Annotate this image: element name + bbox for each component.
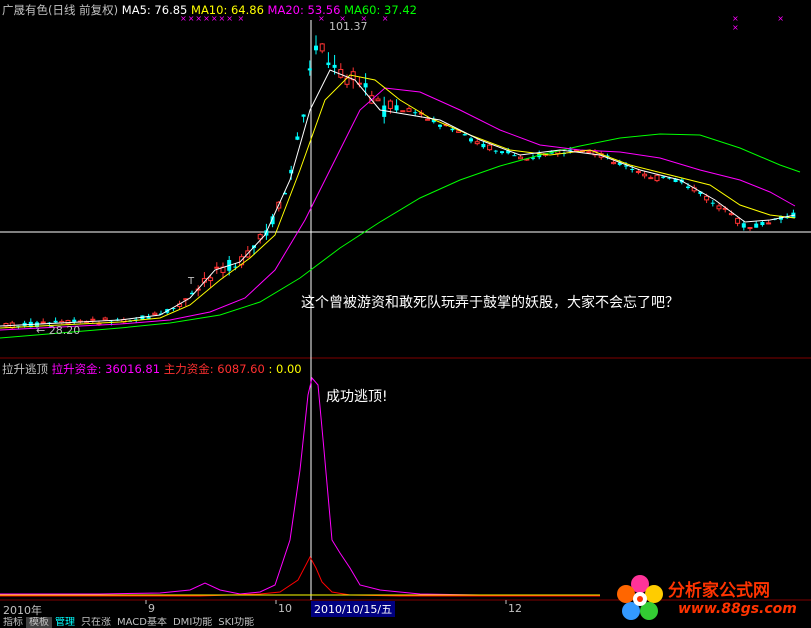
candle-body — [586, 151, 592, 154]
tab-rise-only[interactable]: 只在涨 — [78, 617, 114, 628]
signal-marks-right: × × × — [732, 14, 802, 32]
price-annotation: 这个曾被游资和敢死队玩弄于鼓掌的妖股，大家不会忘了吧？ — [301, 295, 679, 311]
candle-body — [573, 149, 579, 152]
candle-body — [394, 105, 399, 111]
candle-body — [741, 223, 746, 228]
signal-marks-left: ××××××× × — [180, 14, 246, 23]
candle-body — [375, 98, 381, 102]
candle-body — [72, 319, 77, 322]
candle-body — [152, 312, 158, 316]
candle-body — [481, 143, 486, 148]
candle-body — [568, 149, 573, 151]
stock-chart[interactable] — [0, 0, 811, 628]
tab-manage[interactable]: 管理 — [52, 617, 78, 628]
candle-body — [766, 222, 772, 225]
candle-body — [518, 156, 524, 160]
candle-body — [735, 217, 741, 224]
high-price-label: 101.37 — [329, 20, 368, 33]
candle-body — [686, 186, 690, 188]
candle-body — [319, 43, 325, 52]
candle-body — [474, 141, 480, 145]
candle-body — [710, 202, 715, 204]
candle-body — [146, 316, 151, 319]
candle-body — [314, 45, 318, 51]
tab-indicator[interactable]: 指标 — [0, 617, 26, 628]
candle-body — [413, 112, 418, 114]
candle-body — [102, 317, 108, 321]
candle-body — [214, 266, 220, 269]
candle-body — [90, 318, 96, 321]
candle-body — [512, 155, 517, 157]
tab-macd[interactable]: MACD基本 — [114, 617, 170, 628]
low-price-label: ← 28.20 — [36, 324, 81, 337]
site-logo: 分析家公式网 www.88gs.com — [612, 568, 811, 628]
candle-body — [630, 168, 635, 170]
indicator-header: 拉升逃顶 拉升资金: 36016.81 主力资金: 6087.60 : 0.00 — [2, 361, 302, 377]
candle-body — [760, 222, 765, 226]
candle-body — [40, 321, 46, 324]
candle-body — [747, 226, 753, 229]
candle-body — [301, 114, 306, 117]
candle-body — [654, 174, 660, 182]
candle-body — [450, 128, 455, 131]
candle-body — [406, 108, 412, 112]
candle-body — [754, 223, 759, 228]
candle-body — [326, 62, 331, 66]
indicator-name: 拉升逃顶 — [2, 362, 48, 376]
candle-body — [208, 277, 214, 282]
candle-body — [438, 124, 442, 127]
candle-body — [295, 136, 300, 140]
candle-body — [363, 83, 368, 88]
candle-body — [716, 205, 722, 210]
candle-body — [661, 176, 666, 178]
candle-body — [332, 64, 337, 68]
logo-name: 分析家公式网 — [668, 581, 770, 601]
candle-body — [425, 118, 431, 121]
candle-body — [611, 161, 617, 165]
candle-body — [635, 170, 641, 173]
candle-body — [500, 151, 504, 154]
candle-body — [487, 144, 493, 151]
t-marker: T — [188, 276, 195, 287]
stock-title: 广晟有色(日线 前复权) — [2, 3, 119, 17]
candle-body — [493, 150, 498, 152]
candle-body — [642, 173, 648, 177]
candle-body — [648, 177, 654, 180]
candle-body — [469, 138, 473, 142]
tab-template[interactable]: 模板 — [26, 617, 52, 628]
tab-ski[interactable]: SKI功能 — [215, 617, 257, 628]
flower-icon — [617, 575, 663, 620]
indicator-line3: : 0.00 — [268, 362, 302, 376]
logo-url: www.88gs.com — [678, 601, 797, 617]
indicator-line1: 拉升资金: 36016.81 — [51, 362, 161, 376]
tab-dmi[interactable]: DMI功能 — [170, 617, 215, 628]
indicator-annotation: 成功逃顶! — [326, 389, 388, 405]
candle-body — [307, 68, 312, 71]
chart-background — [0, 0, 811, 628]
candle-body — [400, 110, 406, 113]
candle-body — [704, 195, 710, 201]
date-year: 2010年 — [3, 604, 42, 617]
candle-body — [387, 100, 393, 109]
ma5-label: MA5: 76.85 — [121, 3, 188, 17]
bottom-tab-bar: 指标 模板 管理 只在涨 MACD基本 DMI功能 SKI功能 — [0, 617, 620, 628]
indicator-line2: 主力资金: 6087.60 — [163, 362, 265, 376]
candle-body — [462, 134, 467, 136]
candle-body — [53, 320, 58, 323]
